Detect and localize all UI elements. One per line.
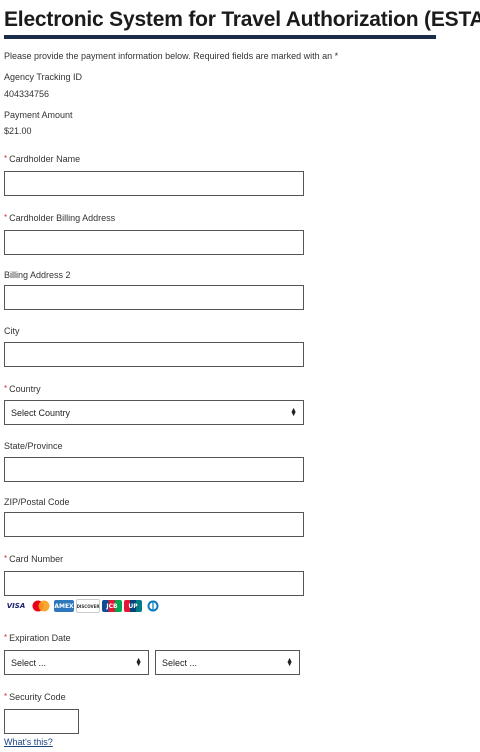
expiration-year-value: Select ...: [162, 657, 198, 668]
accepted-cards: VISA AMEX DISCOVER JCB UP: [4, 597, 162, 615]
unionpay-icon: UP: [124, 600, 142, 612]
security-code-label-text: Security Code: [9, 692, 66, 702]
up-down-caret-icon: ▲ ▼: [290, 406, 297, 418]
title-divider: [4, 35, 436, 39]
security-code-input[interactable]: [4, 709, 79, 734]
country-select-value: Select Country: [11, 407, 71, 418]
mastercard-icon: [30, 600, 52, 612]
required-marker: *: [4, 692, 8, 701]
visa-icon: VISA: [6, 602, 26, 610]
expiration-month-select[interactable]: Select ... ▲ ▼: [4, 650, 149, 675]
payment-amount-value: $21.00: [4, 126, 32, 136]
cardholder-name-label: * Cardholder Name: [4, 154, 80, 164]
zip-label: ZIP/Postal Code: [4, 497, 70, 507]
payment-amount-label: Payment Amount: [4, 110, 73, 120]
required-marker: *: [4, 154, 8, 163]
up-down-caret-icon: ▲ ▼: [135, 656, 142, 668]
expiration-date-label: * Expiration Date: [4, 633, 71, 643]
discover-icon: DISCOVER: [76, 599, 100, 613]
card-number-label: * Card Number: [4, 554, 63, 564]
billing-address-input[interactable]: [4, 230, 304, 255]
billing-address-label: * Cardholder Billing Address: [4, 213, 115, 223]
state-label: State/Province: [4, 441, 63, 451]
up-down-caret-icon: ▲ ▼: [286, 656, 293, 668]
cardholder-name-label-text: Cardholder Name: [9, 154, 81, 164]
country-label-text: Country: [9, 384, 41, 394]
card-number-label-text: Card Number: [9, 554, 64, 564]
amex-icon: AMEX: [54, 600, 74, 612]
country-select[interactable]: Select Country ▲ ▼: [4, 400, 304, 425]
tracking-id-label: Agency Tracking ID: [4, 72, 83, 82]
diners-club-icon: [144, 600, 162, 612]
jcb-icon: JCB: [102, 600, 122, 612]
required-marker: *: [4, 633, 8, 642]
required-marker: *: [4, 554, 8, 563]
billing-address-label-text: Cardholder Billing Address: [9, 213, 116, 223]
card-number-input[interactable]: [4, 571, 304, 596]
zip-input[interactable]: [4, 512, 304, 537]
intro-text: Please provide the payment information b…: [4, 51, 339, 61]
page-title: Electronic System for Travel Authorizati…: [4, 8, 480, 31]
cardholder-name-input[interactable]: [4, 171, 304, 196]
city-input[interactable]: [4, 342, 304, 367]
expiration-date-label-text: Expiration Date: [9, 633, 71, 643]
state-input[interactable]: [4, 457, 304, 482]
country-label: * Country: [4, 384, 41, 394]
expiration-month-value: Select ...: [11, 657, 47, 668]
city-label: City: [4, 326, 20, 336]
billing-address-2-label: Billing Address 2: [4, 270, 71, 280]
expiration-year-select[interactable]: Select ... ▲ ▼: [155, 650, 300, 675]
security-code-label: * Security Code: [4, 692, 66, 702]
whats-this-link[interactable]: What's this?: [4, 737, 53, 747]
required-marker: *: [4, 213, 8, 222]
billing-address-2-input[interactable]: [4, 285, 304, 310]
tracking-id-value: 404334756: [4, 89, 50, 99]
required-marker: *: [4, 384, 8, 393]
